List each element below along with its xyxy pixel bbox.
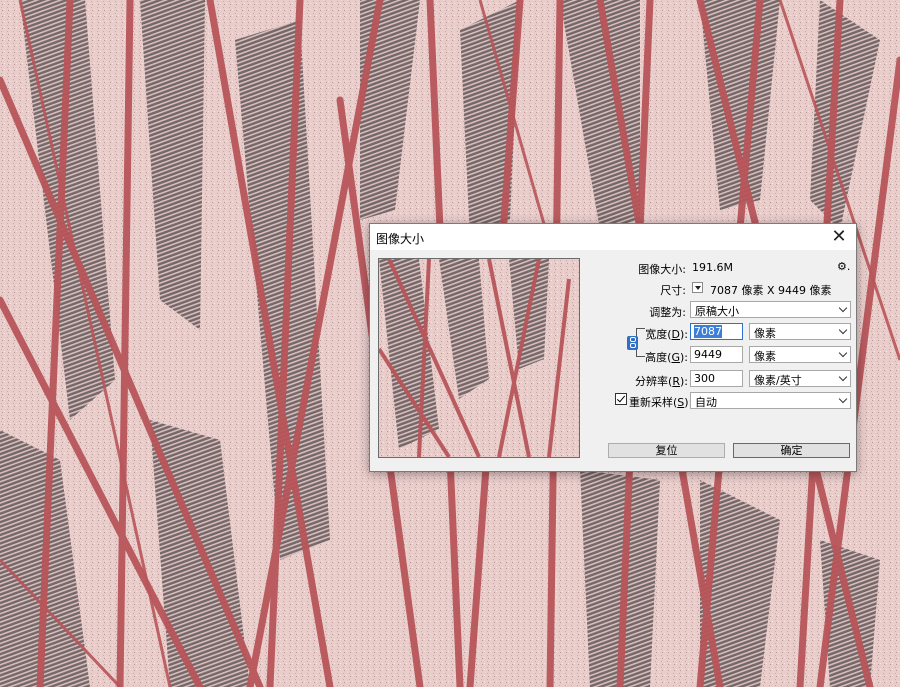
- fit-to-select[interactable]: 原稿大小: [690, 301, 851, 318]
- close-icon[interactable]: ✕: [828, 226, 850, 248]
- dialog-title: 图像大小: [376, 232, 425, 246]
- height-value: 9449: [694, 348, 722, 361]
- chevron-down-icon: [838, 372, 848, 382]
- link-chain-icon[interactable]: [627, 336, 638, 350]
- dialog-titlebar[interactable]: 图像大小 ✕: [370, 224, 856, 250]
- height-label: 高度(G):: [645, 351, 688, 364]
- width-unit-value: 像素: [754, 327, 776, 340]
- preview-thumbnail[interactable]: [378, 258, 580, 458]
- dimensions-unit-dropdown[interactable]: [692, 282, 703, 293]
- chevron-down-icon: [838, 325, 848, 335]
- resolution-unit-select[interactable]: 像素/英寸: [749, 370, 851, 387]
- image-size-label: 图像大小:: [638, 263, 686, 276]
- height-unit-select[interactable]: 像素: [749, 346, 851, 363]
- ok-button[interactable]: 确定: [733, 443, 850, 458]
- resample-checkbox[interactable]: [615, 393, 627, 405]
- resolution-unit-value: 像素/英寸: [754, 374, 802, 387]
- chevron-down-icon: [838, 303, 848, 313]
- width-unit-select[interactable]: 像素: [749, 323, 851, 340]
- dimensions-label: 尺寸:: [660, 284, 686, 297]
- resolution-label: 分辨率(R):: [635, 375, 688, 388]
- resample-label: 重新采样(S):: [629, 396, 693, 409]
- height-input[interactable]: 9449: [690, 346, 743, 363]
- chevron-down-icon: [838, 394, 848, 404]
- dimensions-value: 7087 像素 X 9449 像素: [710, 284, 832, 297]
- width-label: 宽度(D):: [645, 328, 688, 341]
- gear-icon[interactable]: ⚙.: [837, 260, 850, 273]
- image-size-dialog: 图像大小 ✕ 图像大小: 191.6M ⚙. 尺寸: 7087 像素 X 944…: [369, 223, 857, 472]
- height-unit-value: 像素: [754, 350, 776, 363]
- reset-button[interactable]: 复位: [608, 443, 725, 458]
- resample-method-select[interactable]: 自动: [690, 392, 851, 409]
- fit-to-value: 原稿大小: [695, 305, 739, 318]
- resolution-value: 300: [694, 372, 715, 385]
- resample-method-value: 自动: [695, 396, 717, 409]
- width-value: 7087: [694, 325, 722, 338]
- fit-to-label: 调整为:: [649, 306, 686, 319]
- image-size-value: 191.6M: [692, 261, 733, 274]
- chevron-down-icon: [838, 348, 848, 358]
- width-input[interactable]: 7087: [690, 323, 743, 340]
- resolution-input[interactable]: 300: [690, 370, 743, 387]
